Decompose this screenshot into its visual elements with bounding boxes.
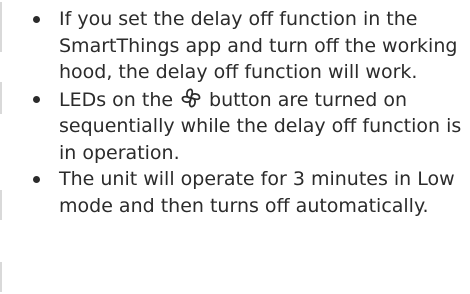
note-text: The unit will operate for 3 minutes in L… bbox=[59, 168, 455, 217]
note-item-led-sequence: LEDs on the button are turned on sequenti… bbox=[0, 86, 470, 167]
note-list: If you set the delay off function in the… bbox=[0, 6, 470, 219]
note-item-low-mode: The unit will operate for 3 minutes in L… bbox=[0, 166, 470, 219]
note-item-delay-off-app: If you set the delay off function in the… bbox=[0, 6, 470, 86]
bullet-dot bbox=[33, 16, 40, 23]
note-text: If you set the delay off function in the… bbox=[59, 8, 458, 83]
bullet-dot bbox=[33, 95, 40, 103]
note-text-before-icon: LEDs on the bbox=[59, 88, 174, 111]
fan-icon bbox=[181, 88, 201, 107]
page-edge-mark bbox=[0, 262, 2, 292]
bullet-dot bbox=[33, 176, 40, 183]
